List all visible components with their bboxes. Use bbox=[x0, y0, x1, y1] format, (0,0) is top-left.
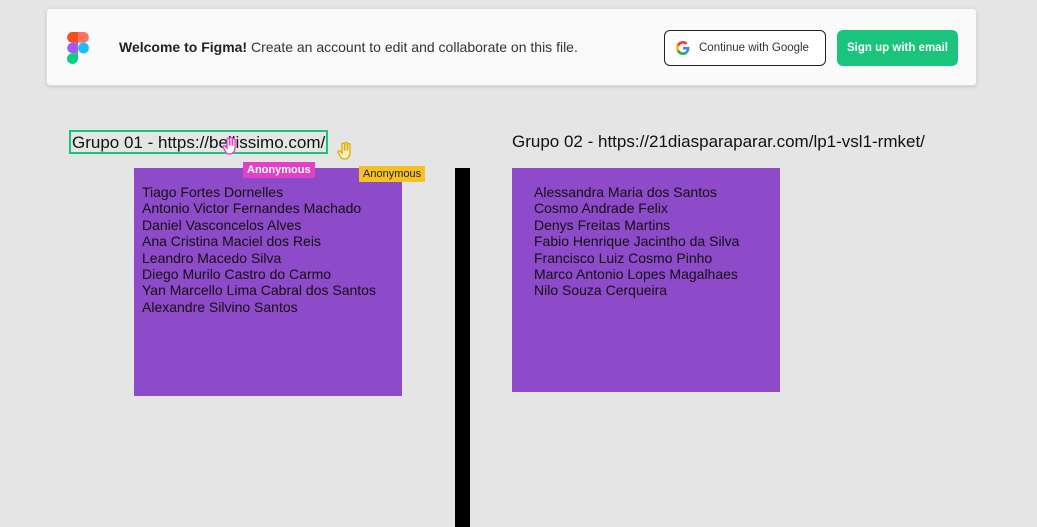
sign-up-email-button[interactable]: Sign up with email bbox=[837, 30, 958, 66]
member-name: Tiago Fortes Dornelles bbox=[142, 184, 284, 200]
group-1-member-list: Tiago Fortes Dornelles Antonio Victor Fe… bbox=[142, 184, 402, 315]
member-name: Denys Freitas Martins bbox=[534, 216, 671, 233]
yellow-hand-cursor-icon bbox=[337, 142, 351, 160]
group-2-title[interactable]: Grupo 02 - https://21diasparaparar.com/l… bbox=[512, 132, 925, 152]
member-name: Francisco Luiz Cosmo Pinho bbox=[534, 249, 713, 266]
continue-with-google-button[interactable]: Continue with Google bbox=[664, 30, 826, 66]
pink-hand-cursor-icon bbox=[222, 137, 236, 155]
member-name: Diego Murilo Castro do Carmo bbox=[142, 266, 332, 283]
member-name: Leandro Macedo Silva bbox=[142, 249, 282, 266]
member-name: Yan Marcello Lima Cabral dos Santos bbox=[142, 282, 376, 299]
member-name: Antonio Victor Fernandes Machado bbox=[142, 200, 362, 217]
anonymous-cursor-label-pink: Anonymous bbox=[243, 162, 315, 178]
welcome-message: Welcome to Figma! Create an account to e… bbox=[119, 39, 578, 55]
group-2-sticky-note[interactable]: Alessandra Maria dos Santos Cosmo Andrad… bbox=[512, 168, 780, 392]
member-name: Alexandre Silvino Santos bbox=[142, 298, 298, 315]
member-name: Alessandra Maria dos Santos bbox=[534, 184, 717, 200]
welcome-rest: Create an account to edit and collaborat… bbox=[247, 39, 578, 55]
group-2-member-list: Alessandra Maria dos Santos Cosmo Andrad… bbox=[534, 184, 780, 299]
member-name: Cosmo Andrade Felix bbox=[534, 200, 668, 217]
google-icon bbox=[676, 41, 690, 55]
email-button-label: Sign up with email bbox=[847, 42, 948, 54]
group-1-title[interactable]: Grupo 01 - https://bellissimo.com/ bbox=[69, 130, 329, 154]
signup-banner: Welcome to Figma! Create an account to e… bbox=[46, 8, 977, 86]
member-name: Ana Cristina Maciel dos Reis bbox=[142, 233, 321, 250]
group-1-sticky-note[interactable]: Tiago Fortes Dornelles Antonio Victor Fe… bbox=[134, 168, 402, 396]
member-name: Fabio Henrique Jacintho da Silva bbox=[534, 233, 740, 250]
welcome-bold: Welcome to Figma! bbox=[119, 39, 248, 55]
member-name: Nilo Souza Cerqueira bbox=[534, 282, 668, 299]
vertical-divider[interactable] bbox=[455, 168, 470, 527]
member-name: Daniel Vasconcelos Alves bbox=[142, 216, 302, 233]
anonymous-cursor-label-yellow: Anonymous bbox=[359, 166, 426, 182]
member-name: Marco Antonio Lopes Magalhaes bbox=[534, 266, 738, 283]
figma-logo-icon bbox=[67, 32, 89, 64]
google-button-label: Continue with Google bbox=[699, 42, 809, 54]
